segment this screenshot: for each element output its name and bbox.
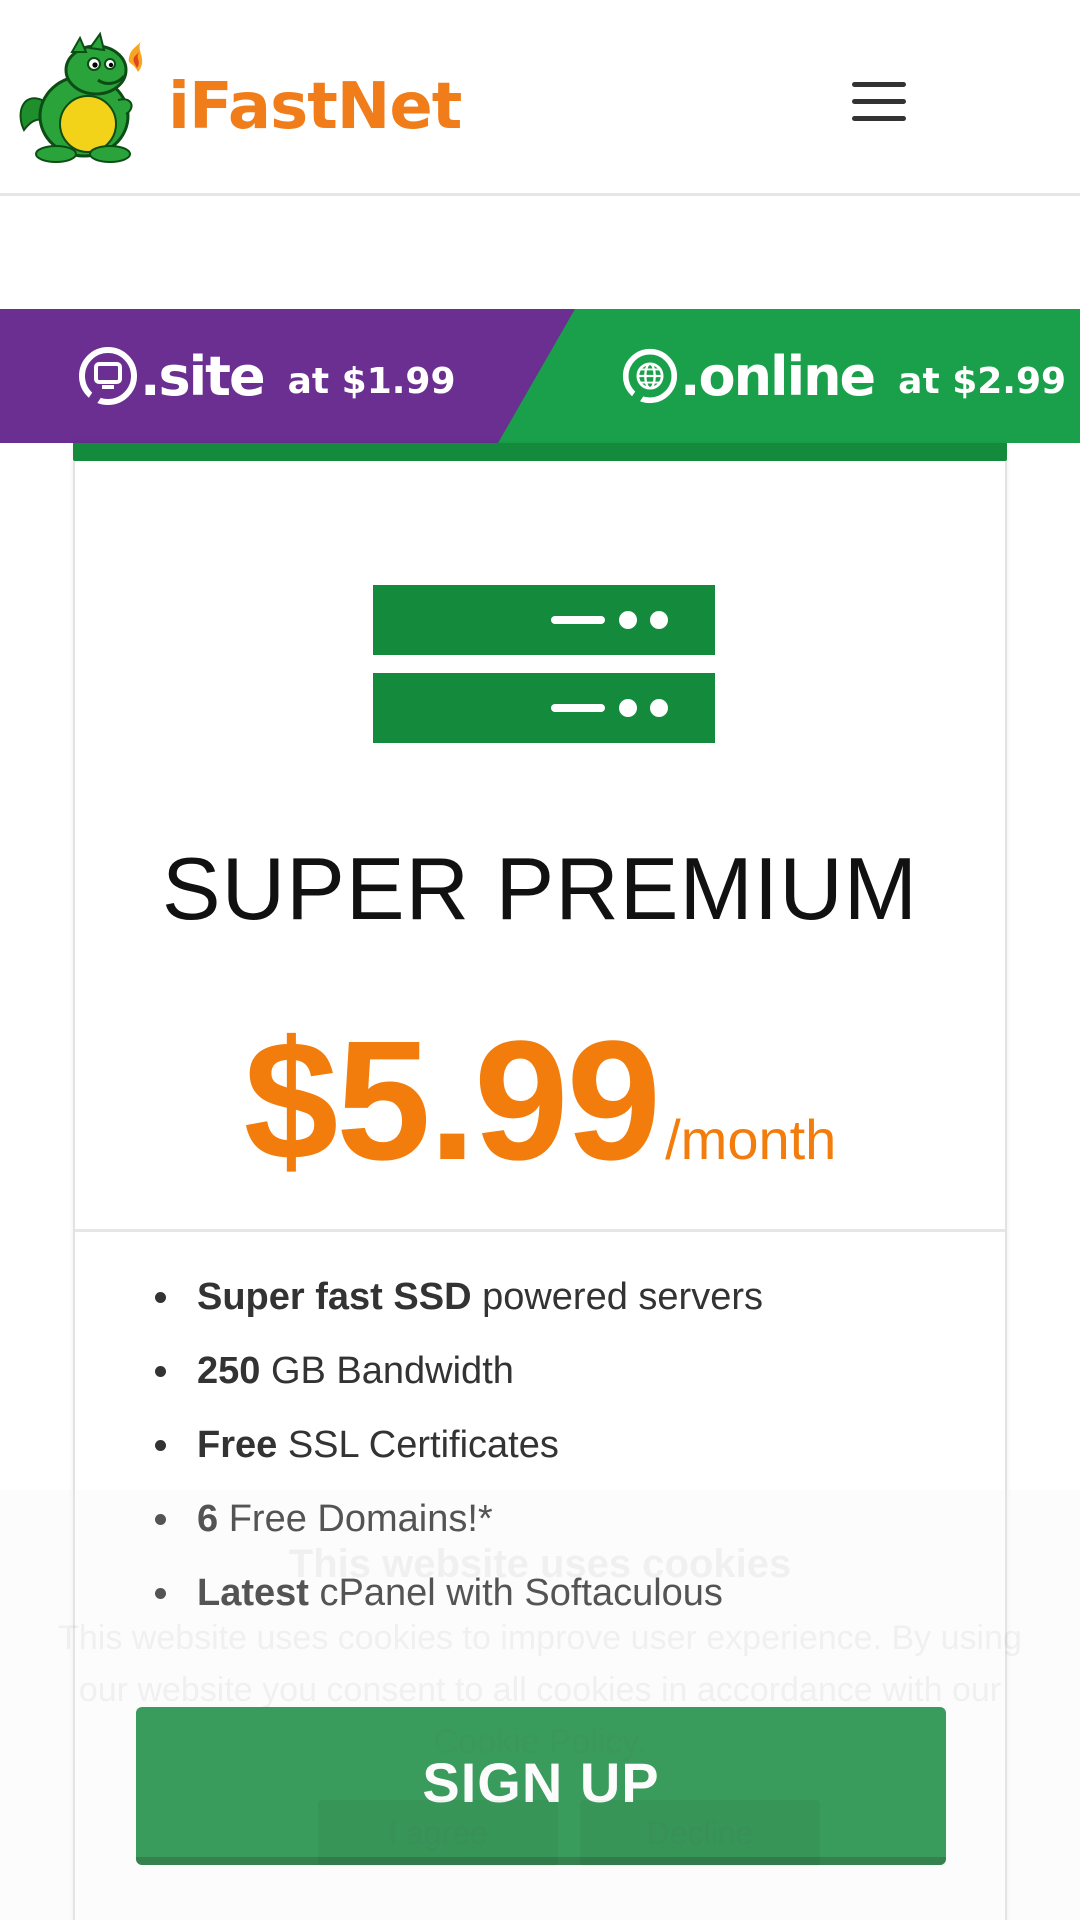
promo-online-extension: .online [680, 344, 876, 408]
promo-site-price: at $1.99 [287, 360, 456, 402]
hamburger-menu-icon[interactable] [848, 78, 910, 126]
promo-online-link[interactable]: .online at $2.99 [622, 343, 1066, 409]
card-accent-bar [73, 443, 1007, 461]
price-amount: $5.99 [243, 1006, 661, 1196]
promo-online-price: at $2.99 [898, 360, 1067, 402]
globe-icon [622, 348, 678, 404]
dragon-mascot-icon[interactable] [14, 30, 159, 165]
feature-highlight: 250 [197, 1350, 261, 1392]
server-icon [373, 585, 715, 743]
page: iFastNet .site at $1.99 .online at $2.99… [0, 0, 1080, 1920]
feature-item: Free SSL Certificates [155, 1423, 977, 1497]
plan-price: $5.99/month [75, 1003, 1005, 1199]
site-header: iFastNet [0, 0, 1080, 196]
feature-text: GB Bandwidth [260, 1350, 514, 1392]
monitor-icon [79, 347, 137, 405]
cookie-decline-button[interactable]: Decline [580, 1800, 820, 1866]
promo-site-extension: .site [140, 344, 266, 408]
card-divider [75, 1229, 1005, 1232]
feature-item: Super fast SSD powered servers [155, 1275, 977, 1349]
feature-text: SSL Certificates [277, 1424, 559, 1466]
price-period: /month [665, 1108, 837, 1171]
feature-highlight: Super fast SSD [197, 1276, 472, 1318]
plan-title: SUPER PREMIUM [161, 839, 919, 938]
cookie-title: This website uses cookies [288, 1542, 792, 1586]
feature-text: powered servers [471, 1276, 763, 1318]
feature-highlight: Free [197, 1424, 278, 1466]
cookie-text: This website uses cookies to improve use… [58, 1619, 1022, 1761]
cookie-consent-overlay: This website uses cookies This website u… [0, 1490, 1080, 1920]
promo-site-link[interactable]: .site at $1.99 [78, 343, 456, 409]
feature-item: 250 GB Bandwidth [155, 1349, 977, 1423]
brand-name[interactable]: iFastNet [168, 70, 462, 144]
cookie-accept-button[interactable]: I agree [318, 1800, 558, 1866]
domain-promo-banner: .site at $1.99 .online at $2.99 [0, 309, 1080, 443]
